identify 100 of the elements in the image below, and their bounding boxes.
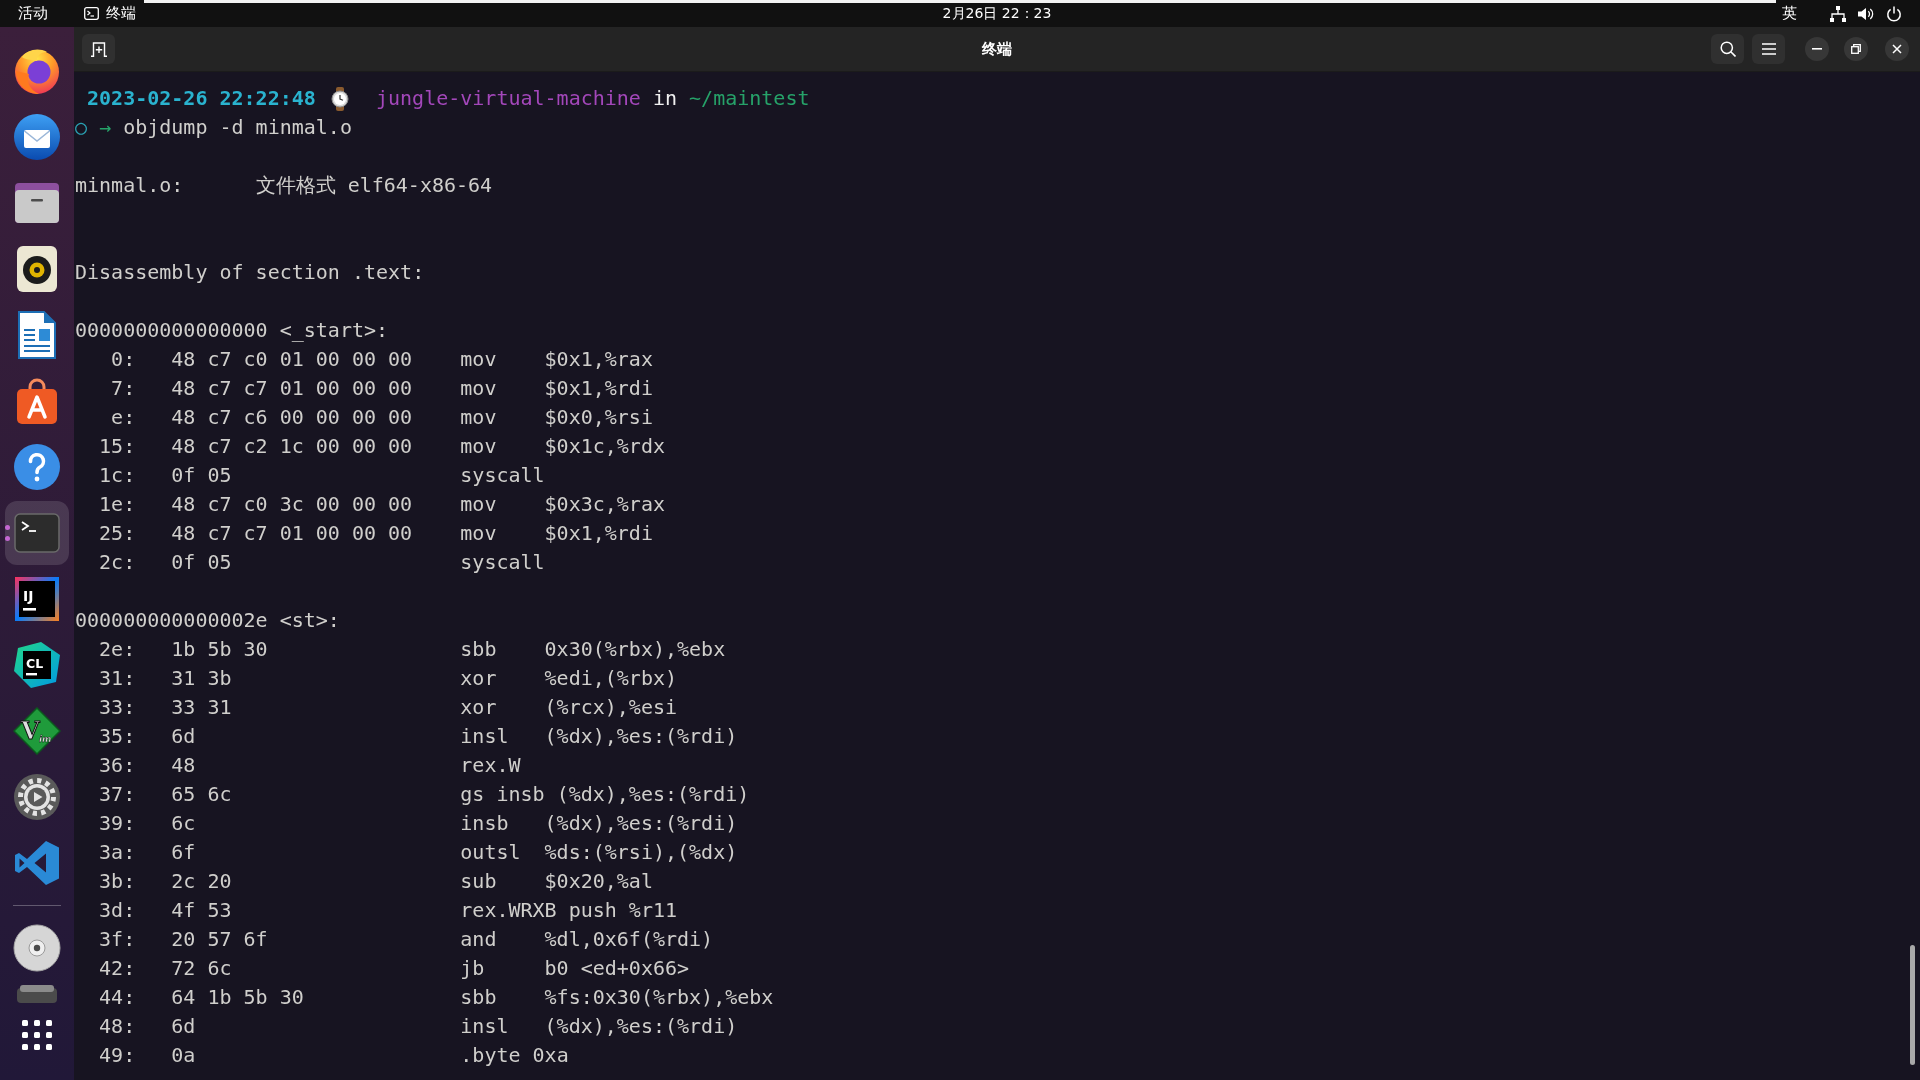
instruction-mnemonic: syscall xyxy=(460,549,545,576)
instruction-offset: 2e: xyxy=(99,636,136,663)
envelope-icon[interactable] xyxy=(13,113,61,161)
command-text: objdump -d minmal.o xyxy=(123,114,352,141)
new-tab-icon xyxy=(90,41,107,57)
instruction-bytes: 2c 20 xyxy=(171,868,232,895)
instruction-bytes: 72 6c xyxy=(171,955,232,982)
app-grid-icon[interactable] xyxy=(22,1020,52,1050)
minimize-icon xyxy=(1812,48,1822,50)
search-icon xyxy=(1719,41,1736,57)
instruction-operands: 0x30(%rbx),%ebx xyxy=(544,636,726,663)
instruction-operands: $0x1,%rax xyxy=(544,346,653,373)
flame-globe-icon[interactable] xyxy=(13,47,61,95)
instruction-operands: (%dx),%es:(%rdi) xyxy=(556,781,750,808)
app-menu[interactable]: 终端 xyxy=(66,0,136,27)
help-icon[interactable] xyxy=(13,443,61,491)
instruction-mnemonic: rex.W xyxy=(460,752,521,779)
instruction-mnemonic: insl xyxy=(460,1013,509,1040)
disc-icon[interactable] xyxy=(13,924,61,972)
output-line: 0000000000000000 <_start>: xyxy=(75,317,389,344)
instruction-offset: 2c: xyxy=(99,549,136,576)
instruction-operands: %fs:0x30(%rbx),%ebx xyxy=(544,984,774,1011)
ribbon-logo-icon[interactable] xyxy=(13,839,61,887)
instruction-mnemonic: .byte 0xa xyxy=(460,1042,569,1069)
instruction-offset: 1c: xyxy=(99,462,136,489)
restore-button[interactable] xyxy=(1844,37,1868,61)
instruction-mnemonic: and xyxy=(460,926,497,953)
clock[interactable]: 2月26日 22：23 xyxy=(942,0,1052,27)
instruction-operands: $0x3c,%rax xyxy=(544,491,665,518)
instruction-mnemonic: xor xyxy=(460,694,497,721)
instruction-mnemonic: xor xyxy=(460,665,497,692)
instruction-offset: 25: xyxy=(99,520,136,547)
instruction-offset: e: xyxy=(111,404,136,431)
watch-icon xyxy=(329,86,350,111)
instruction-offset: 3d: xyxy=(99,897,136,924)
instruction-mnemonic: mov xyxy=(460,346,497,373)
instruction-bytes: 48 xyxy=(171,752,196,779)
output-line: 000000000000002e <st>: xyxy=(75,607,340,634)
network-icon[interactable] xyxy=(1830,5,1846,22)
instruction-bytes: 6f xyxy=(171,839,196,866)
instruction-bytes: 65 6c xyxy=(171,781,232,808)
search-button[interactable] xyxy=(1711,34,1744,64)
instruction-operands: (%dx),%es:(%rdi) xyxy=(544,723,738,750)
instruction-bytes: 6c xyxy=(171,810,196,837)
close-icon xyxy=(1892,44,1902,54)
volume-icon[interactable] xyxy=(1858,5,1874,22)
instruction-operands: b0 <ed+0x66> xyxy=(544,955,690,982)
instruction-offset: 31: xyxy=(99,665,136,692)
instruction-bytes: 48 c7 c2 1c 00 00 00 xyxy=(171,433,413,460)
prompt-status-symbol: ○ xyxy=(75,114,88,141)
instruction-operands: (%dx),%es:(%rdi) xyxy=(544,810,738,837)
instruction-offset: 48: xyxy=(99,1013,136,1040)
restore-icon xyxy=(1851,44,1861,54)
instruction-bytes: 64 1b 5b 30 xyxy=(171,984,304,1011)
instruction-operands: $0x20,%al xyxy=(544,868,653,895)
instruction-offset: 39: xyxy=(99,810,136,837)
scrollbar-thumb[interactable] xyxy=(1910,945,1915,1065)
instruction-operands: %edi,(%rbx) xyxy=(544,665,677,692)
instruction-bytes: 0f 05 xyxy=(171,549,232,576)
prompt-text: in xyxy=(652,85,678,112)
prompt-path: ~/maintest xyxy=(689,85,810,112)
instruction-mnemonic: mov xyxy=(460,520,497,547)
instruction-mnemonic: sbb xyxy=(460,636,497,663)
menu-button[interactable] xyxy=(1752,34,1785,64)
instruction-offset: 0: xyxy=(111,346,136,373)
instruction-bytes: 48 c7 c6 00 00 00 00 xyxy=(171,404,413,431)
minimize-button[interactable] xyxy=(1805,37,1829,61)
output-line: Disassembly of section .text: xyxy=(75,259,425,286)
activities-button[interactable]: 活动 xyxy=(0,0,66,27)
settings-icon[interactable] xyxy=(13,773,61,821)
instruction-operands: %dl,0x6f(%rdi) xyxy=(544,926,714,953)
drive-icon[interactable] xyxy=(17,985,57,1003)
ij-logo-icon[interactable]: IJ xyxy=(13,575,61,623)
instruction-offset: 3f: xyxy=(99,926,136,953)
instruction-operands: $0x1,%rdi xyxy=(544,520,653,547)
instruction-bytes: 48 c7 c7 01 00 00 00 xyxy=(171,520,413,547)
cl-logo-icon[interactable]: CL xyxy=(13,641,61,689)
input-method-indicator[interactable]: 英 xyxy=(1782,0,1797,27)
prompt-arrow: → xyxy=(99,114,112,141)
instruction-offset: 3b: xyxy=(99,868,136,895)
instruction-offset: 42: xyxy=(99,955,136,982)
instruction-offset: 37: xyxy=(99,781,136,808)
instruction-bytes: 48 c7 c0 01 00 00 00 xyxy=(171,346,413,373)
power-icon[interactable] xyxy=(1886,5,1902,22)
instruction-mnemonic: mov xyxy=(460,375,497,402)
instruction-offset: 49: xyxy=(99,1042,136,1069)
menu-icon xyxy=(1761,43,1776,55)
instruction-offset: 7: xyxy=(111,375,136,402)
instruction-mnemonic: insb xyxy=(460,810,509,837)
instruction-offset: 44: xyxy=(99,984,136,1011)
new-tab-button[interactable] xyxy=(82,34,115,64)
instruction-mnemonic: sbb xyxy=(460,984,497,1011)
active-dock-item[interactable] xyxy=(5,501,69,565)
close-button[interactable] xyxy=(1885,37,1909,61)
instruction-bytes: 0f 05 xyxy=(171,462,232,489)
instruction-mnemonic: sub xyxy=(460,868,497,895)
instruction-offset: 36: xyxy=(99,752,136,779)
instruction-bytes: 48 c7 c0 3c 00 00 00 xyxy=(171,491,413,518)
instruction-bytes: 48 c7 c7 01 00 00 00 xyxy=(171,375,413,402)
instruction-operands: $0x1,%rdi xyxy=(544,375,653,402)
